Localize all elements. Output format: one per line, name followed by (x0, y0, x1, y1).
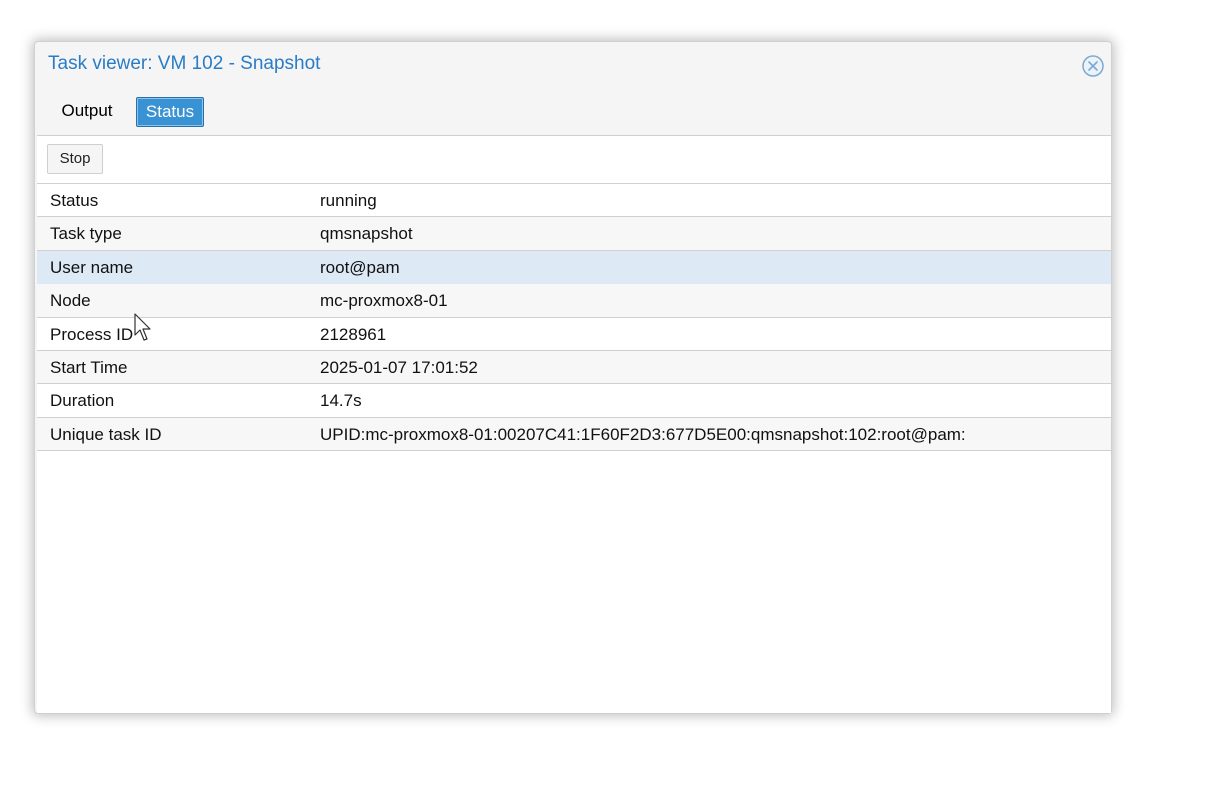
row-key: Status (50, 191, 99, 210)
row-key: User name (50, 257, 134, 277)
status-row-task-type[interactable]: Task type qmsnapshot (37, 217, 1111, 251)
tab-output[interactable]: Output (48, 97, 126, 127)
tab-status[interactable]: Status (136, 97, 204, 127)
stop-button[interactable]: Stop (47, 144, 103, 174)
row-value: 14.7s (320, 391, 362, 411)
row-key: Node (50, 291, 91, 311)
row-value: 2025-01-07 17:01:52 (320, 357, 478, 377)
row-key: Start Time (50, 357, 128, 377)
row-value: 2128961 (320, 324, 387, 344)
status-row-process-id[interactable]: Process ID 2128961 (37, 317, 1111, 351)
task-viewer-window: Task viewer: VM 102 - Snapshot Output St… (34, 41, 1112, 714)
window-title: Task viewer: VM 102 - Snapshot (48, 53, 321, 74)
status-row-start-time[interactable]: Start Time 2025-01-07 17:01:52 (37, 350, 1111, 385)
row-key: Task type (50, 224, 122, 244)
row-key: Duration (50, 391, 115, 411)
status-row-user-name[interactable]: User name root@pam (37, 250, 1111, 285)
toolbar: Stop (37, 136, 1111, 184)
status-row-node[interactable]: Node mc-proxmox8-01 (37, 284, 1111, 318)
status-row-unique-task-id[interactable]: Unique task ID UPID:mc-proxmox8-01:00207… (37, 417, 1111, 452)
status-panel: Stop Status running Task type qmsnapshot… (37, 135, 1111, 713)
status-grid: Status running Task type qmsnapshot User… (37, 184, 1111, 452)
row-value: qmsnapshot (320, 224, 413, 244)
row-value: mc-proxmox8-01 (320, 291, 448, 311)
status-row-status[interactable]: Status running (37, 184, 1111, 218)
status-row-duration[interactable]: Duration 14.7s (37, 384, 1111, 418)
row-key: Unique task ID (50, 424, 162, 444)
close-circle-icon (1082, 55, 1104, 77)
close-button[interactable] (1081, 54, 1105, 78)
row-value: running (320, 191, 377, 210)
row-key: Process ID (50, 324, 134, 344)
row-value: root@pam (320, 257, 400, 277)
row-value: UPID:mc-proxmox8-01:00207C41:1F60F2D3:67… (320, 424, 966, 444)
